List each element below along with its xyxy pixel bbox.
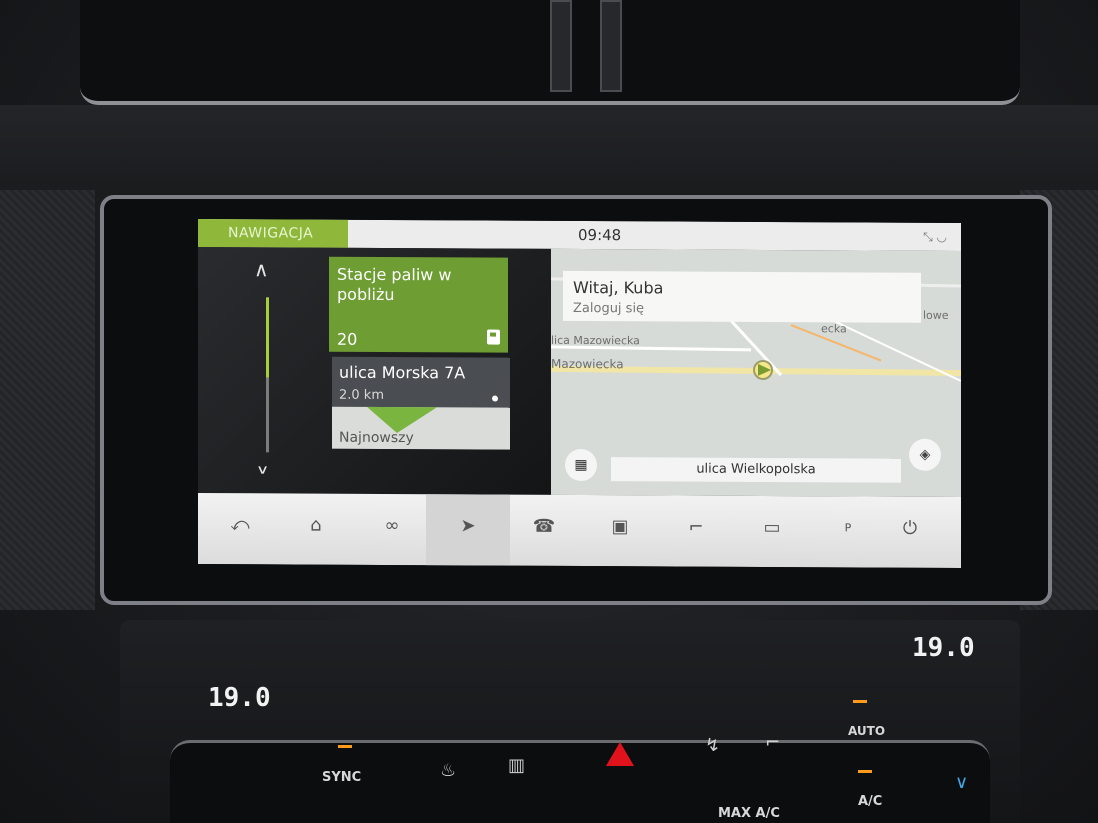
speaker-grille-left	[0, 190, 95, 610]
fuel-card-count: 20	[337, 329, 358, 349]
scroll-thumb[interactable]	[266, 297, 269, 378]
sync-indicator	[338, 745, 352, 748]
seat-heat-icon[interactable]: ⌐	[765, 732, 780, 753]
home-icon[interactable]: ⌂	[274, 493, 358, 564]
recent-address: ulica Morska 7A	[339, 362, 466, 383]
map-street-label: lowe	[923, 308, 949, 322]
road-secondary	[551, 345, 752, 352]
recent-distance: 2.0 km	[339, 387, 384, 403]
navigation-icon[interactable]: ➤	[426, 494, 510, 566]
greeting-text: Witaj, Kuba	[573, 277, 664, 298]
chevron-up-icon[interactable]: ∧	[254, 257, 269, 281]
user-greeting-panel[interactable]: Witaj, Kuba Zaloguj się	[563, 270, 921, 323]
auto-indicator	[853, 700, 867, 703]
fan-down-icon[interactable]: ∨	[955, 772, 968, 793]
fuel-pump-icon	[487, 329, 500, 345]
section-tab-navigation[interactable]: NAWIGACJA	[198, 219, 348, 248]
phone-icon[interactable]: ☎	[502, 495, 586, 566]
sync-button[interactable]: SYNC	[322, 770, 361, 785]
climate-button-strip	[170, 740, 990, 823]
status-icons: ⤡ ◡	[923, 229, 947, 244]
layers-icon[interactable]: ◈	[909, 438, 941, 471]
grid-icon[interactable]: ▦	[565, 448, 597, 482]
ac-button[interactable]: A/C	[858, 794, 882, 809]
current-street: ulica Wielkopolska	[611, 457, 901, 483]
status-bar: NAWIGACJA 09:48 ⤡ ◡	[198, 219, 961, 251]
seat-icon[interactable]: ⌐	[654, 495, 738, 566]
shortcut-panel: ∧ ∨ Stacje paliw w pobliżu 20 ulica Mors…	[198, 247, 551, 495]
ac-indicator	[858, 770, 872, 773]
map-street-label: Mazowiecka	[551, 356, 624, 372]
fuel-card-title: Stacje paliw w pobliżu	[337, 264, 452, 305]
left-temp-display: 19.0	[208, 683, 271, 713]
recent-destination-card[interactable]: ulica Morska 7A 2.0 km Najnowszy	[332, 356, 510, 450]
airflow-icon[interactable]: ↯	[705, 735, 720, 756]
map-street-label: ecka	[821, 322, 847, 336]
fuel-stations-card[interactable]: Stacje paliw w pobliżu 20	[329, 256, 508, 353]
car-dashboard-photo: NAWIGACJA 09:48 ⤡ ◡ ∧ ∨ Stacje paliw w p…	[0, 0, 1098, 823]
map-street-label: lica Mazowiecka	[551, 333, 640, 348]
login-link[interactable]: Zaloguj się	[573, 301, 644, 316]
infotainment-screen: NAWIGACJA 09:48 ⤡ ◡ ∧ ∨ Stacje paliw w p…	[198, 219, 961, 568]
clock: 09:48	[578, 225, 622, 245]
connect-icon[interactable]: ∞	[350, 494, 434, 565]
right-temp-display: 19.0	[912, 633, 975, 663]
back-icon[interactable]: ⤺	[198, 493, 282, 564]
hazard-icon[interactable]	[606, 742, 634, 766]
location-dot-icon	[492, 395, 498, 402]
auto-button[interactable]: AUTO	[848, 724, 885, 738]
media-icon[interactable]: ▣	[578, 495, 662, 566]
recent-label: Najnowszy	[339, 429, 414, 447]
vent-slot	[550, 0, 572, 92]
rear-defrost-icon[interactable]: ▥	[508, 755, 525, 776]
air-vent	[80, 0, 1020, 105]
bottom-nav-bar: ⤺ ⌂ ∞ ➤ ☎ ▣ ⌐ ▭ P ⏻	[198, 493, 961, 568]
dashboard-trim	[0, 105, 1098, 195]
max-ac-button[interactable]: MAX A/C	[718, 806, 780, 821]
vent-slot	[600, 0, 622, 92]
chevron-down-icon[interactable]: ∨	[256, 462, 269, 477]
front-defrost-icon[interactable]: ♨	[440, 760, 456, 781]
navigation-map[interactable]: Witaj, Kuba Zaloguj się lica Mazowiecka …	[551, 248, 961, 497]
camera-icon[interactable]: ▭	[730, 496, 814, 567]
power-icon[interactable]: ⏻	[868, 497, 952, 568]
